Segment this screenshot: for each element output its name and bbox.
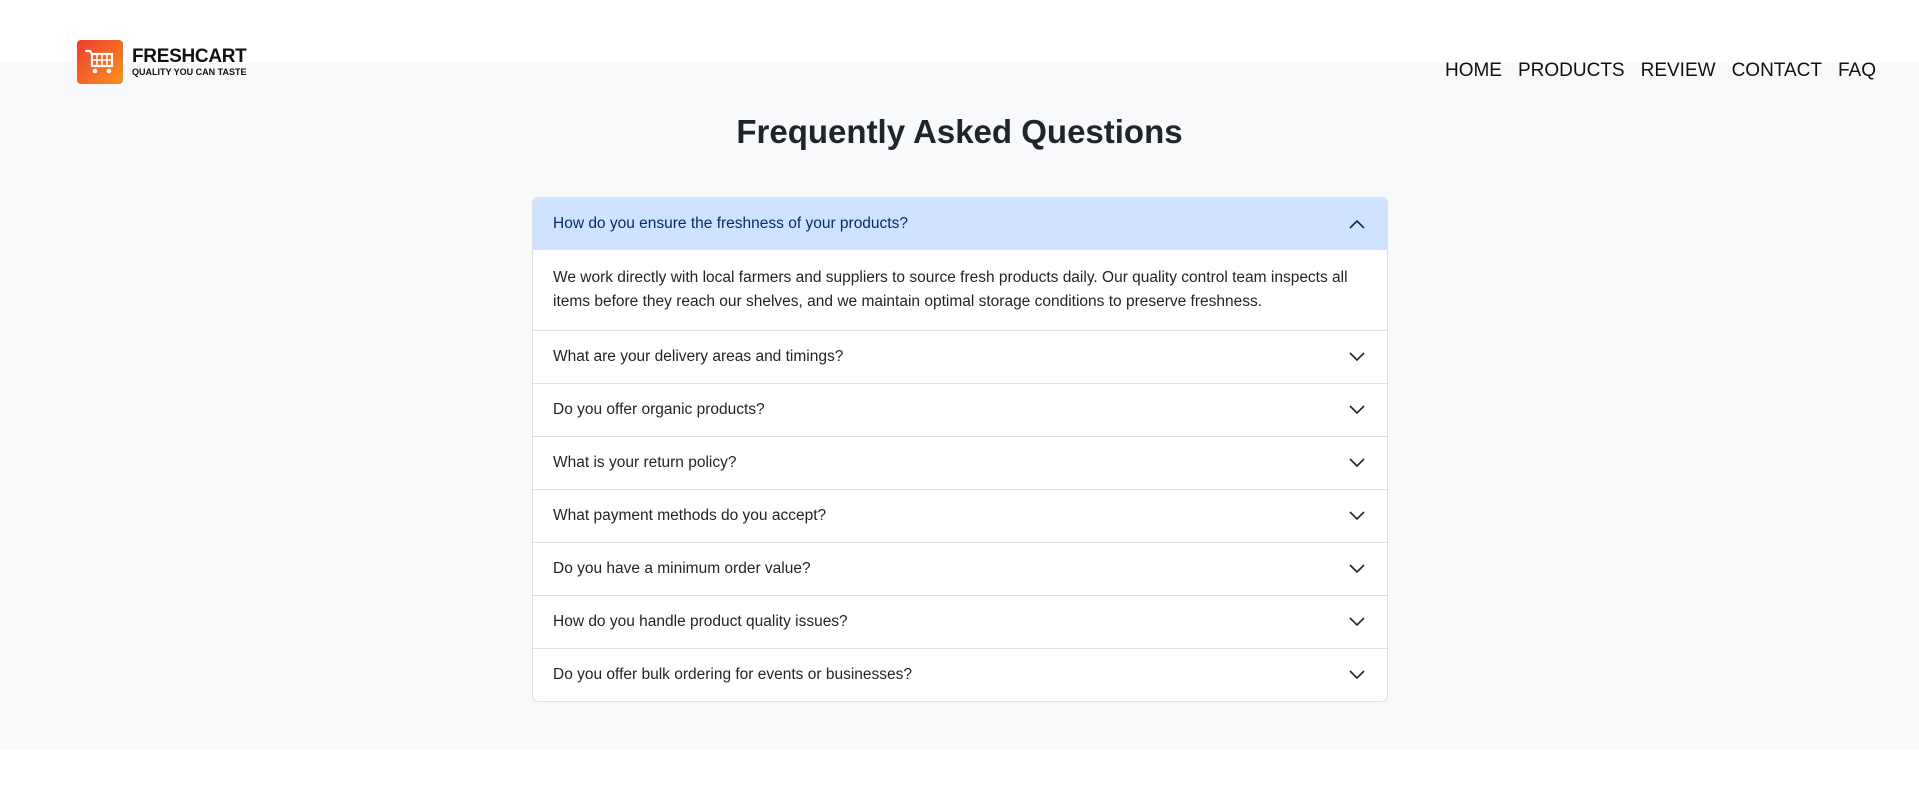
faq-question: Do you have a minimum order value?: [553, 560, 811, 577]
faq-question: What are your delivery areas and timings…: [553, 348, 844, 365]
faq-accordion: How do you ensure the freshness of your …: [532, 197, 1388, 702]
navbar: FRESHCART QUALITY YOU CAN TASTE HOME PRO…: [0, 0, 1919, 100]
faq-question: How do you ensure the freshness of your …: [553, 214, 908, 232]
chevron-down-icon: [1348, 401, 1366, 419]
nav-link-contact[interactable]: CONTACT: [1732, 59, 1822, 83]
chevron-down-icon: [1348, 507, 1366, 525]
nav-link-faq[interactable]: FAQ: [1838, 59, 1876, 83]
faq-item: Do you have a minimum order value?: [533, 542, 1387, 595]
faq-question-button[interactable]: How do you ensure the freshness of your …: [533, 198, 1387, 250]
faq-question: Do you offer organic products?: [553, 401, 765, 418]
chevron-down-icon: [1348, 348, 1366, 366]
chevron-down-icon: [1348, 613, 1366, 631]
chevron-down-icon: [1348, 560, 1366, 578]
nav-link-review[interactable]: REVIEW: [1641, 59, 1716, 83]
faq-question: How do you handle product quality issues…: [553, 613, 848, 630]
faq-question: Do you offer bulk ordering for events or…: [553, 666, 912, 683]
faq-question-button[interactable]: Do you have a minimum order value?: [533, 543, 1387, 595]
faq-item: What is your return policy?: [533, 436, 1387, 489]
faq-question-button[interactable]: How do you handle product quality issues…: [533, 596, 1387, 648]
faq-question-button[interactable]: What is your return policy?: [533, 437, 1387, 489]
faq-question: What payment methods do you accept?: [553, 507, 827, 524]
chevron-down-icon: [1348, 666, 1366, 684]
brand-text: FRESHCART QUALITY YOU CAN TASTE: [132, 46, 247, 78]
nav-link-products[interactable]: PRODUCTS: [1518, 59, 1625, 83]
nav-link-home[interactable]: HOME: [1445, 59, 1502, 83]
nav-links: HOME PRODUCTS REVIEW CONTACT FAQ: [1445, 59, 1876, 83]
faq-item: What are your delivery areas and timings…: [533, 330, 1387, 383]
faq-item: How do you ensure the freshness of your …: [533, 198, 1387, 330]
cart-icon: [84, 49, 114, 74]
faq-question-button[interactable]: Do you offer bulk ordering for events or…: [533, 649, 1387, 701]
faq-question: What is your return policy?: [553, 454, 737, 471]
chevron-down-icon: [1348, 454, 1366, 472]
faq-question-button[interactable]: Do you offer organic products?: [533, 384, 1387, 436]
faq-answer: We work directly with local farmers and …: [553, 269, 1348, 310]
faq-question-button[interactable]: What are your delivery areas and timings…: [533, 331, 1387, 383]
logo-badge: [77, 40, 123, 84]
brand-logo-link[interactable]: FRESHCART QUALITY YOU CAN TASTE: [77, 40, 247, 84]
faq-item: Do you offer bulk ordering for events or…: [533, 648, 1387, 701]
faq-item: Do you offer organic products?: [533, 383, 1387, 436]
chevron-up-icon: [1348, 215, 1366, 233]
faq-item: How do you handle product quality issues…: [533, 595, 1387, 648]
brand-name: FRESHCART: [132, 46, 247, 67]
faq-question-button[interactable]: What payment methods do you accept?: [533, 490, 1387, 542]
brand-tagline: QUALITY YOU CAN TASTE: [132, 67, 247, 77]
page-title: Frequently Asked Questions: [736, 113, 1183, 150]
faq-item: What payment methods do you accept?: [533, 489, 1387, 542]
